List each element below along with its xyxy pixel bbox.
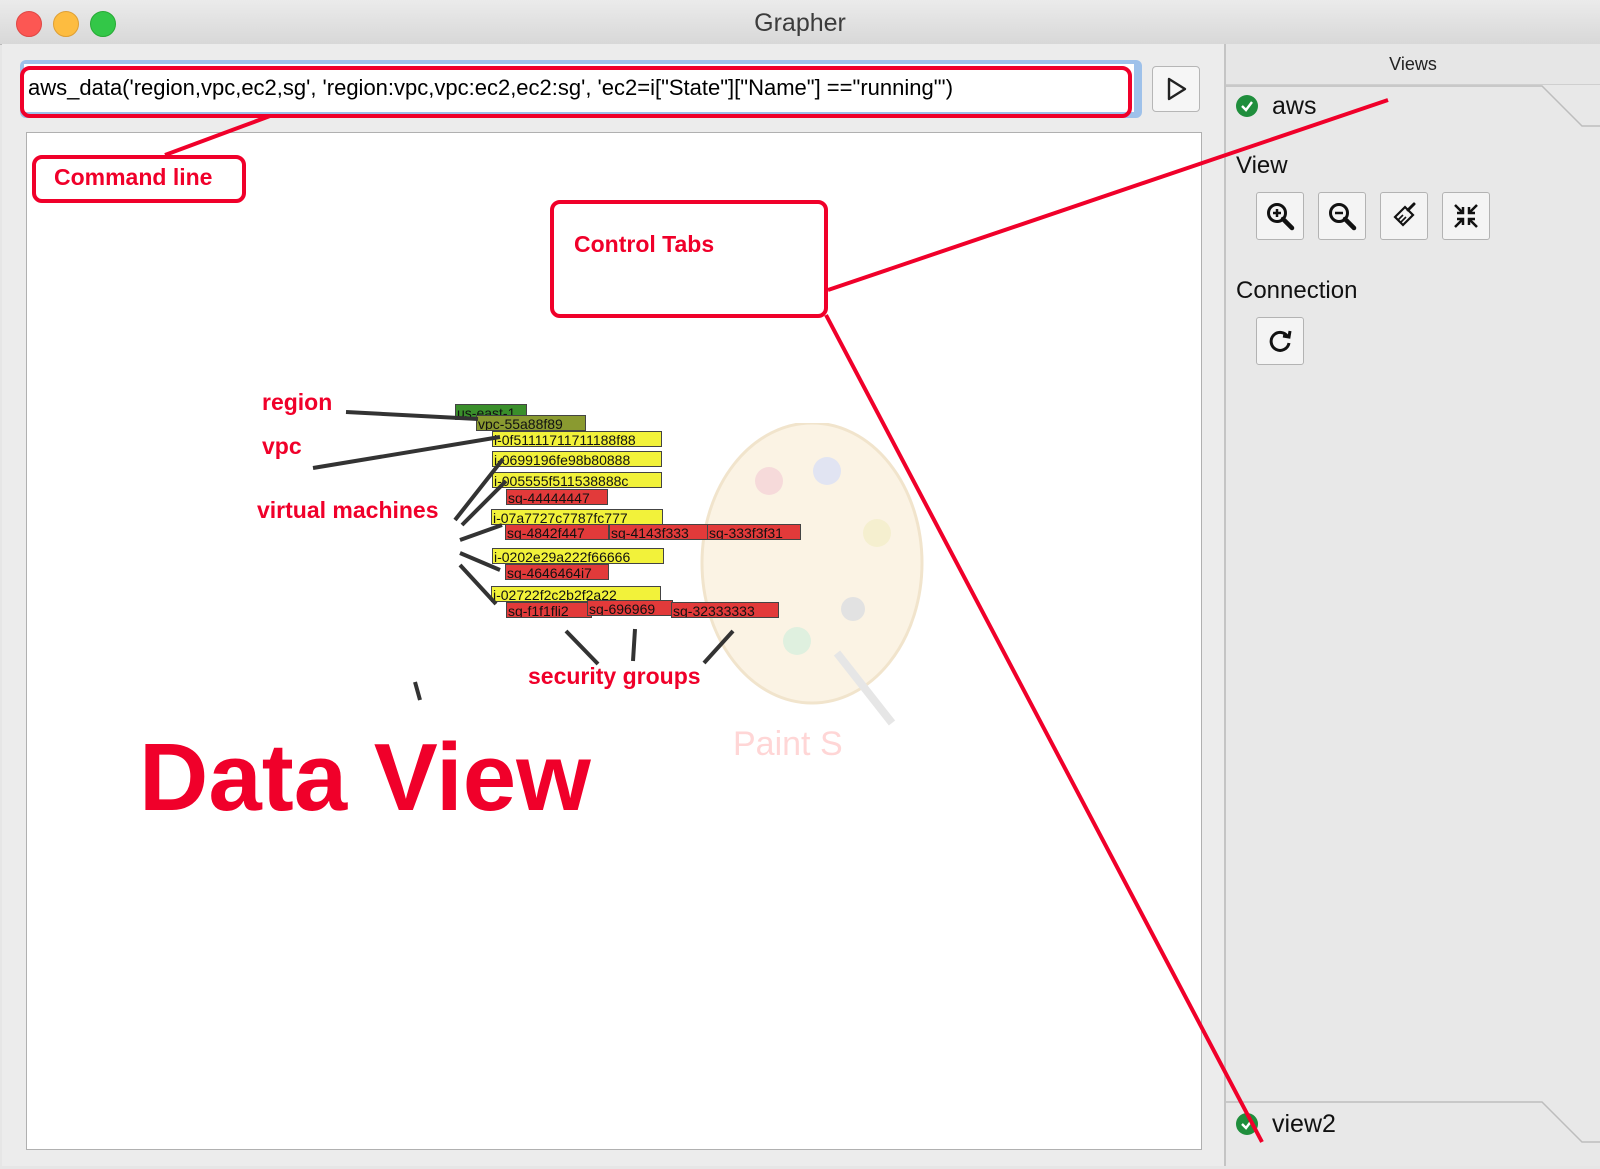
- grapher-window: Grapher Paint S us-east-1 v: [0, 0, 1600, 1169]
- annotation-lines: [164, 98, 1389, 1143]
